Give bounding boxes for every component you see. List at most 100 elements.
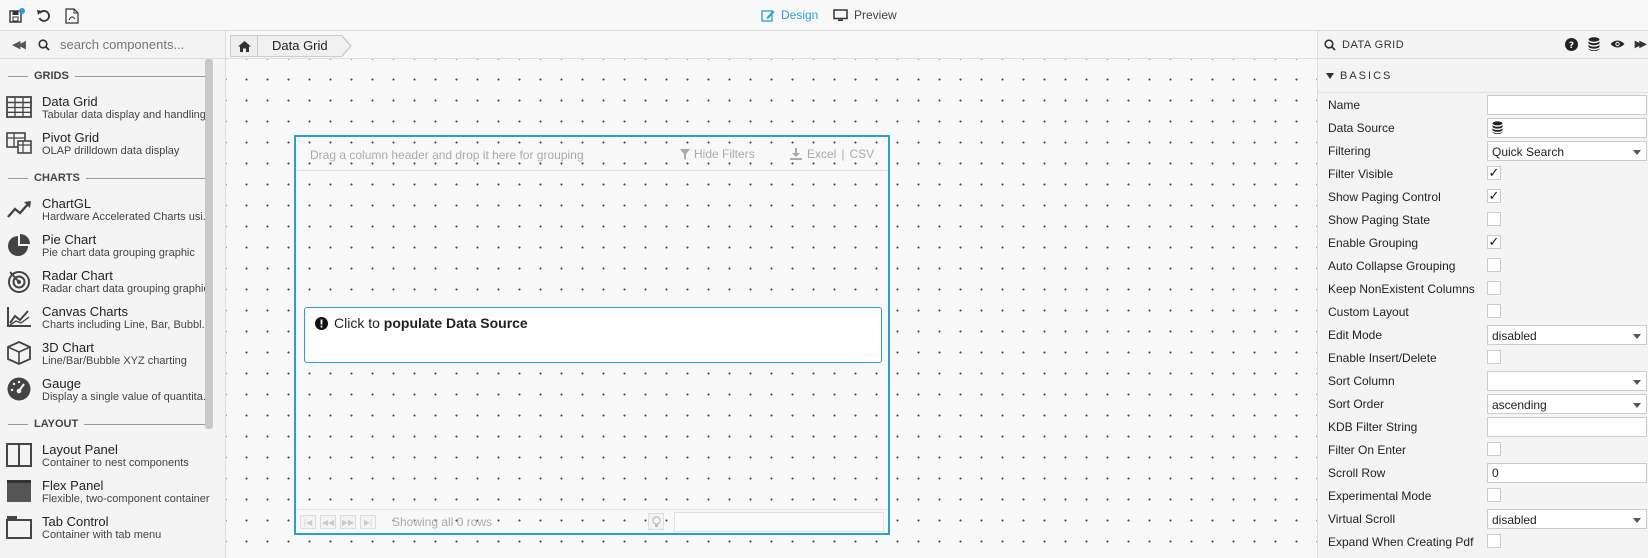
component-pie-chart[interactable]: Pie Chart Pie chart data grouping graphic (0, 227, 225, 263)
component-canvas-charts[interactable]: Canvas Charts Charts including Line, Bar,… (0, 299, 225, 335)
properties-title: DATA GRID (1342, 38, 1405, 51)
component-search-bar: ◀◀ (0, 31, 225, 59)
pdf-icon[interactable] (63, 7, 81, 25)
eye-icon[interactable] (1610, 39, 1625, 49)
auto-collapse-grouping-checkbox[interactable] (1487, 258, 1501, 272)
enable-grouping-checkbox[interactable]: ✓ (1487, 235, 1501, 249)
component-panel: ◀◀ GRIDS Data GridTabular data display a… (0, 31, 226, 558)
top-toolbar: Design Preview (0, 0, 1648, 31)
component-desc: Flexible, two-component container (42, 492, 210, 505)
component-desc: Radar chart data grouping graphic (42, 282, 209, 295)
csv-button[interactable]: CSV (849, 147, 874, 161)
collapse-left-icon[interactable]: ◀◀ (12, 38, 28, 51)
component-tab-control[interactable]: Tab Control Container with tab menu (0, 509, 225, 545)
scroll-row-input[interactable] (1487, 463, 1647, 483)
show-paging-control-checkbox[interactable]: ✓ (1487, 189, 1501, 203)
experimental-mode-checkbox[interactable] (1487, 488, 1501, 502)
basics-section-title: BASICS (1340, 69, 1393, 82)
expand-when-creating-pdf-checkbox[interactable] (1487, 534, 1501, 548)
virtual-scroll-select[interactable]: disabled (1487, 509, 1647, 529)
component-radar-chart[interactable]: Radar Chart Radar chart data grouping gra… (0, 263, 225, 299)
enable-insert-delete-checkbox[interactable] (1487, 350, 1501, 364)
property-row-custom-layout: Custom Layout (1318, 300, 1648, 323)
property-row-filtering: Filtering Quick Search (1318, 139, 1648, 162)
last-page-button[interactable]: ▶| (360, 515, 376, 529)
component-name: Pie Chart (42, 231, 97, 247)
select-value: Quick Search (1492, 145, 1565, 159)
caret-down-icon (1633, 380, 1641, 385)
layout-icon (4, 441, 34, 469)
collapse-right-icon[interactable]: ▶▶ (1635, 39, 1648, 50)
name-input[interactable] (1487, 95, 1647, 115)
property-label: Sort Order (1328, 396, 1385, 411)
gauge-icon (4, 375, 34, 403)
component-name: 3D Chart (42, 339, 95, 355)
properties-panel: DATA GRID ? ▶▶ BASICS Name Data Source Fil… (1317, 31, 1648, 558)
sort-order-select[interactable]: ascending (1487, 394, 1647, 414)
save-icon[interactable] (8, 7, 26, 25)
component-name: Radar Chart (42, 267, 113, 283)
component-desc: OLAP drilldown data display (42, 144, 180, 157)
filter-on-enter-checkbox[interactable] (1487, 442, 1501, 456)
download-icon (790, 148, 802, 160)
home-icon[interactable] (230, 35, 258, 57)
filtering-select[interactable]: Quick Search (1487, 141, 1647, 161)
property-label: KDB Filter String (1328, 419, 1418, 434)
data-source-picker[interactable] (1487, 118, 1647, 138)
filter-icon (680, 148, 690, 160)
hide-filters-button[interactable]: Hide Filters (680, 147, 755, 161)
preview-mode-button[interactable]: Preview (833, 8, 897, 22)
lightbulb-icon[interactable] (648, 513, 664, 530)
data-grid-widget[interactable]: Drag a column header and drop it here fo… (294, 135, 890, 535)
show-paging-state-checkbox[interactable] (1487, 212, 1501, 226)
property-label: Experimental Mode (1328, 488, 1432, 503)
component-search-input[interactable] (60, 37, 220, 52)
property-label: Expand When Creating Pdf (1328, 534, 1474, 549)
property-label: Filtering (1328, 143, 1371, 158)
undo-icon[interactable] (35, 7, 53, 25)
export-controls: Excel | CSV (790, 147, 874, 161)
component-gauge[interactable]: Gauge Display a single value of quantita.… (0, 371, 225, 407)
component-chartgl[interactable]: ChartGL Hardware Accelerated Charts usi..… (0, 191, 225, 227)
left-scrollbar[interactable] (205, 59, 213, 429)
component-flex-panel[interactable]: Flex Panel Flexible, two-component contai… (0, 473, 225, 509)
component-name: ChartGL (42, 195, 92, 211)
property-row-auto-collapse-grouping: Auto Collapse Grouping (1318, 254, 1648, 277)
help-icon[interactable]: ? (1564, 37, 1578, 51)
select-value: ascending (1492, 398, 1547, 412)
custom-layout-checkbox[interactable] (1487, 304, 1501, 318)
design-mode-button[interactable]: Design (761, 8, 818, 22)
filter-visible-checkbox[interactable]: ✓ (1487, 166, 1501, 180)
keep-nonexistent-columns-checkbox[interactable] (1487, 281, 1501, 295)
prev-page-button[interactable]: ◀◀ (320, 515, 336, 529)
database-icon[interactable] (1588, 37, 1600, 51)
properties-tools: ? ▶▶ (1564, 37, 1648, 51)
search-icon[interactable] (1324, 38, 1336, 51)
component-3d-chart[interactable]: 3D Chart Line/Bar/Bubble XYZ charting (0, 335, 225, 371)
next-page-button[interactable]: ▶▶ (340, 515, 356, 529)
property-label: Filter On Enter (1328, 442, 1407, 457)
property-row-expand-when-creating-pdf: Expand When Creating Pdf (1318, 530, 1648, 553)
property-row-name: Name (1318, 93, 1648, 116)
excel-button[interactable]: Excel (807, 147, 836, 161)
property-row-show-paging-control: Show Paging Control ✓ (1318, 185, 1648, 208)
populate-link: populate Data Source (383, 315, 528, 331)
edit-mode-select[interactable]: disabled (1487, 325, 1647, 345)
property-row-scroll-row: Scroll Row (1318, 461, 1648, 484)
grid-quick-search-input[interactable] (674, 512, 884, 532)
component-name: Canvas Charts (42, 303, 128, 319)
populate-data-source-button[interactable]: Click to populate Data Source (304, 307, 882, 363)
property-row-data-source: Data Source (1318, 116, 1648, 139)
caret-down-icon (1326, 72, 1334, 79)
kdb-filter-string-input[interactable] (1487, 417, 1647, 437)
component-data-grid[interactable]: Data Grid Tabular data display and handli… (0, 89, 225, 125)
component-pivot-grid[interactable]: Pivot Grid OLAP drilldown data display (0, 125, 225, 161)
svg-text:?: ? (1568, 41, 1573, 51)
component-layout-panel[interactable]: Layout Panel Container to nest components (0, 437, 225, 473)
sort-column-select[interactable] (1487, 371, 1647, 391)
component-desc: Charts including Line, Bar, Bubbl... (42, 318, 211, 331)
basics-section-header[interactable]: BASICS (1318, 59, 1648, 93)
first-page-button[interactable]: |◀ (300, 515, 316, 529)
property-row-keep-nonexistent-columns: Keep NonExistent Columns (1318, 277, 1648, 300)
breadcrumb-current[interactable]: Data Grid (258, 35, 342, 57)
